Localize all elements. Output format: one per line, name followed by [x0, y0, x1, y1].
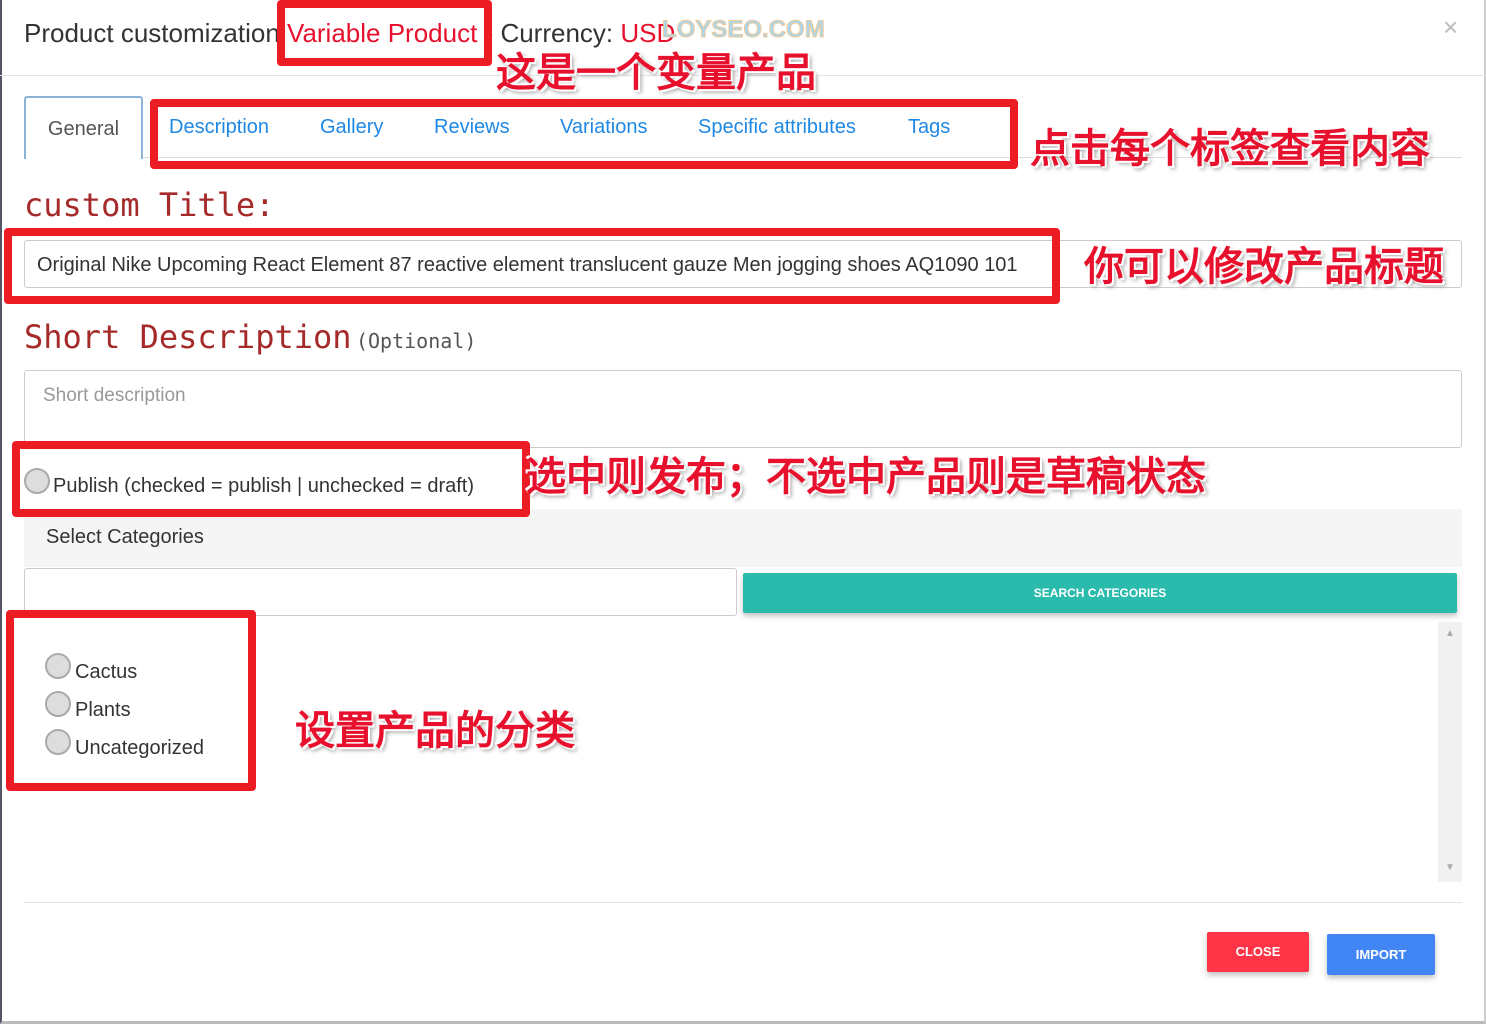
annotation-tabs: 点击每个标签查看内容 — [1030, 127, 1430, 171]
custom-title-label: custom Title: — [24, 186, 275, 224]
short-description-textarea[interactable]: Short description — [24, 370, 1462, 448]
annotation-box-tabs — [150, 99, 1018, 169]
scrollbar[interactable]: ▲ ▼ — [1438, 622, 1462, 882]
scroll-up-icon[interactable]: ▲ — [1445, 628, 1455, 639]
annotation-box-publish — [12, 441, 530, 517]
optional-label: (Optional) — [355, 329, 477, 353]
tab-general[interactable]: General — [24, 96, 143, 159]
categories-header: Select Categories — [24, 509, 1462, 567]
short-description-heading: Short Description (Optional) — [24, 318, 476, 356]
annotation-title: 你可以修改产品标题 — [1084, 245, 1444, 289]
import-button[interactable]: IMPORT — [1327, 934, 1435, 975]
annotation-box-categories — [6, 610, 256, 791]
annotation-variable-product: 这是一个变量产品 — [496, 51, 816, 95]
close-button[interactable]: CLOSE — [1207, 932, 1309, 972]
short-description-label: Short Description — [24, 318, 352, 356]
title-prefix: Product customization — [24, 18, 280, 48]
search-categories-button[interactable]: SEARCH CATEGORIES — [743, 573, 1457, 613]
footer-divider — [24, 902, 1462, 903]
annotation-box-product-type — [277, 0, 492, 66]
close-icon[interactable]: × — [1443, 12, 1458, 43]
scroll-down-icon[interactable]: ▼ — [1445, 862, 1455, 873]
annotation-categories: 设置产品的分类 — [295, 709, 575, 753]
category-search-input[interactable] — [24, 568, 737, 616]
annotation-box-title — [4, 228, 1060, 304]
annotation-publish: 选中则发布；不选中产品则是草稿状态 — [526, 455, 1206, 499]
